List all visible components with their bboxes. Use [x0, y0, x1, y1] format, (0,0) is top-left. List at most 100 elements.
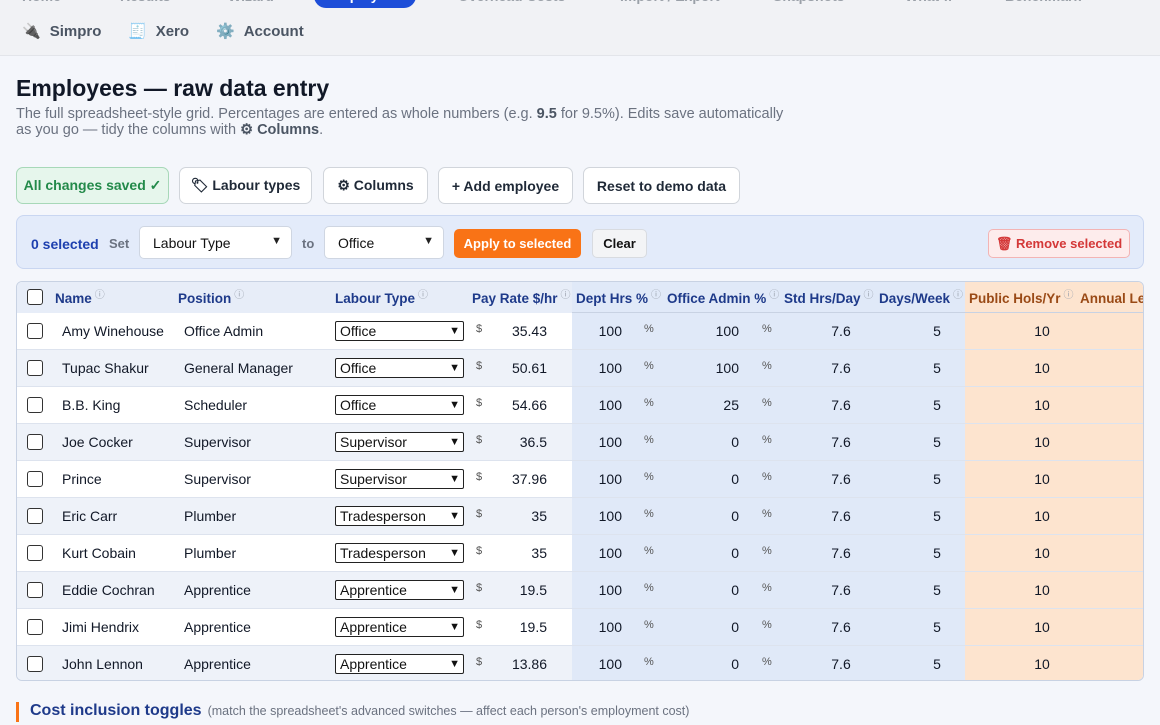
select-all-checkbox[interactable] [27, 289, 43, 305]
info-icon[interactable]: ⓘ [418, 290, 428, 301]
nav-item-benchmark[interactable]: Benchmark [1005, 0, 1081, 5]
nav-item-overhead-costs[interactable]: Overhead Costs [458, 0, 565, 5]
std-hrs-cell[interactable]: 7.6 [827, 471, 855, 487]
public-hols-cell[interactable]: 10 [1029, 360, 1055, 376]
column-header-office-admin[interactable]: Office Admin % ⓘ [667, 290, 779, 306]
apply-to-selected-button[interactable]: Apply to selected [454, 229, 581, 258]
labour-type-select[interactable]: Office ▼ [335, 395, 464, 415]
info-icon[interactable]: ⓘ [769, 290, 779, 301]
nav-item-account[interactable]: ⚙️ Account [216, 22, 304, 41]
nav-item-wizard[interactable]: Wizard [228, 0, 274, 5]
labour-type-select[interactable]: Supervisor ▼ [335, 469, 464, 489]
labour-type-select[interactable]: Tradesperson ▼ [335, 506, 464, 526]
std-hrs-cell[interactable]: 7.6 [827, 619, 855, 635]
office-admin-cell[interactable]: 100 [692, 323, 739, 339]
pay-rate-cell[interactable]: 35.43 [487, 323, 547, 339]
days-week-cell[interactable]: 5 [927, 360, 947, 376]
clear-selection-button[interactable]: Clear [592, 229, 647, 258]
dept-hrs-cell[interactable]: 100 [577, 656, 622, 672]
public-hols-cell[interactable]: 10 [1029, 471, 1055, 487]
office-admin-cell[interactable]: 0 [692, 434, 739, 450]
column-header-dept-hrs[interactable]: Dept Hrs % ⓘ [576, 290, 661, 306]
pay-rate-cell[interactable]: 36.5 [487, 434, 547, 450]
office-admin-cell[interactable]: 25 [692, 397, 739, 413]
name-cell[interactable]: B.B. King [62, 397, 120, 413]
pay-rate-cell[interactable]: 35 [487, 545, 547, 561]
std-hrs-cell[interactable]: 7.6 [827, 434, 855, 450]
position-cell[interactable]: Scheduler [184, 397, 247, 413]
column-header-pay-rate[interactable]: Pay Rate $/hr ⓘ [472, 290, 571, 306]
labour-type-select[interactable]: Apprentice ▼ [335, 654, 464, 674]
labour-type-select[interactable]: Apprentice ▼ [335, 580, 464, 600]
pay-rate-cell[interactable]: 37.96 [487, 471, 547, 487]
nav-item-simpro[interactable]: 🔌 Simpro [22, 22, 101, 41]
nav-item-results[interactable]: Results [120, 0, 171, 5]
nav-item-xero[interactable]: 🧾 Xero [128, 22, 189, 41]
name-cell[interactable]: Eric Carr [62, 508, 117, 524]
dept-hrs-cell[interactable]: 100 [577, 323, 622, 339]
name-cell[interactable]: Tupac Shakur [62, 360, 149, 376]
position-cell[interactable]: Plumber [184, 508, 236, 524]
std-hrs-cell[interactable]: 7.6 [827, 508, 855, 524]
row-checkbox[interactable] [27, 323, 43, 339]
labour-types-button[interactable]: 🏷 Labour types [179, 167, 312, 204]
days-week-cell[interactable]: 5 [927, 397, 947, 413]
position-cell[interactable]: Plumber [184, 545, 236, 561]
name-cell[interactable]: Kurt Cobain [62, 545, 136, 561]
row-checkbox[interactable] [27, 619, 43, 635]
dept-hrs-cell[interactable]: 100 [577, 360, 622, 376]
name-cell[interactable]: Jimi Hendrix [62, 619, 139, 635]
office-admin-cell[interactable]: 0 [692, 471, 739, 487]
position-cell[interactable]: Apprentice [184, 656, 251, 672]
info-icon[interactable]: ⓘ [234, 290, 244, 301]
dept-hrs-cell[interactable]: 100 [577, 434, 622, 450]
row-checkbox[interactable] [27, 360, 43, 376]
public-hols-cell[interactable]: 10 [1029, 508, 1055, 524]
dept-hrs-cell[interactable]: 100 [577, 582, 622, 598]
nav-item-home[interactable]: Home [22, 0, 61, 5]
public-hols-cell[interactable]: 10 [1029, 434, 1055, 450]
nav-item-import-export[interactable]: Import / Export [620, 0, 720, 5]
row-checkbox[interactable] [27, 471, 43, 487]
public-hols-cell[interactable]: 10 [1029, 582, 1055, 598]
add-employee-button[interactable]: + Add employee [438, 167, 573, 204]
nav-item-snapshots[interactable]: Snapshots [773, 0, 845, 5]
days-week-cell[interactable]: 5 [927, 656, 947, 672]
row-checkbox[interactable] [27, 434, 43, 450]
column-header-position[interactable]: Position ⓘ [178, 290, 244, 306]
position-cell[interactable]: General Manager [184, 360, 293, 376]
info-icon[interactable]: ⓘ [95, 290, 105, 301]
column-header-labour-type[interactable]: Labour Type ⓘ [335, 290, 428, 306]
std-hrs-cell[interactable]: 7.6 [827, 545, 855, 561]
column-header-std-hrs[interactable]: Std Hrs/Day ⓘ [784, 290, 874, 306]
public-hols-cell[interactable]: 10 [1029, 397, 1055, 413]
info-icon[interactable]: ⓘ [864, 290, 874, 301]
row-checkbox[interactable] [27, 582, 43, 598]
pay-rate-cell[interactable]: 54.66 [487, 397, 547, 413]
column-header-days-week[interactable]: Days/Week ⓘ [879, 290, 963, 306]
labour-type-select[interactable]: Supervisor ▼ [335, 432, 464, 452]
bulk-field-select[interactable]: Labour Type ▼ [139, 226, 292, 259]
office-admin-cell[interactable]: 0 [692, 656, 739, 672]
days-week-cell[interactable]: 5 [927, 471, 947, 487]
days-week-cell[interactable]: 5 [927, 545, 947, 561]
nav-item-employees[interactable]: Employees [314, 0, 416, 8]
office-admin-cell[interactable]: 0 [692, 508, 739, 524]
position-cell[interactable]: Supervisor [184, 434, 251, 450]
columns-button[interactable]: ⚙ Columns [323, 167, 428, 204]
pay-rate-cell[interactable]: 19.5 [487, 619, 547, 635]
labour-type-select[interactable]: Office ▼ [335, 321, 464, 341]
pay-rate-cell[interactable]: 13.86 [487, 656, 547, 672]
pay-rate-cell[interactable]: 35 [487, 508, 547, 524]
row-checkbox[interactable] [27, 397, 43, 413]
std-hrs-cell[interactable]: 7.6 [827, 656, 855, 672]
days-week-cell[interactable]: 5 [927, 434, 947, 450]
public-hols-cell[interactable]: 10 [1029, 656, 1055, 672]
std-hrs-cell[interactable]: 7.6 [827, 397, 855, 413]
dept-hrs-cell[interactable]: 100 [577, 397, 622, 413]
name-cell[interactable]: Joe Cocker [62, 434, 133, 450]
labour-type-select[interactable]: Tradesperson ▼ [335, 543, 464, 563]
row-checkbox[interactable] [27, 656, 43, 672]
nav-item-what-if[interactable]: What-if [905, 0, 952, 5]
position-cell[interactable]: Apprentice [184, 619, 251, 635]
